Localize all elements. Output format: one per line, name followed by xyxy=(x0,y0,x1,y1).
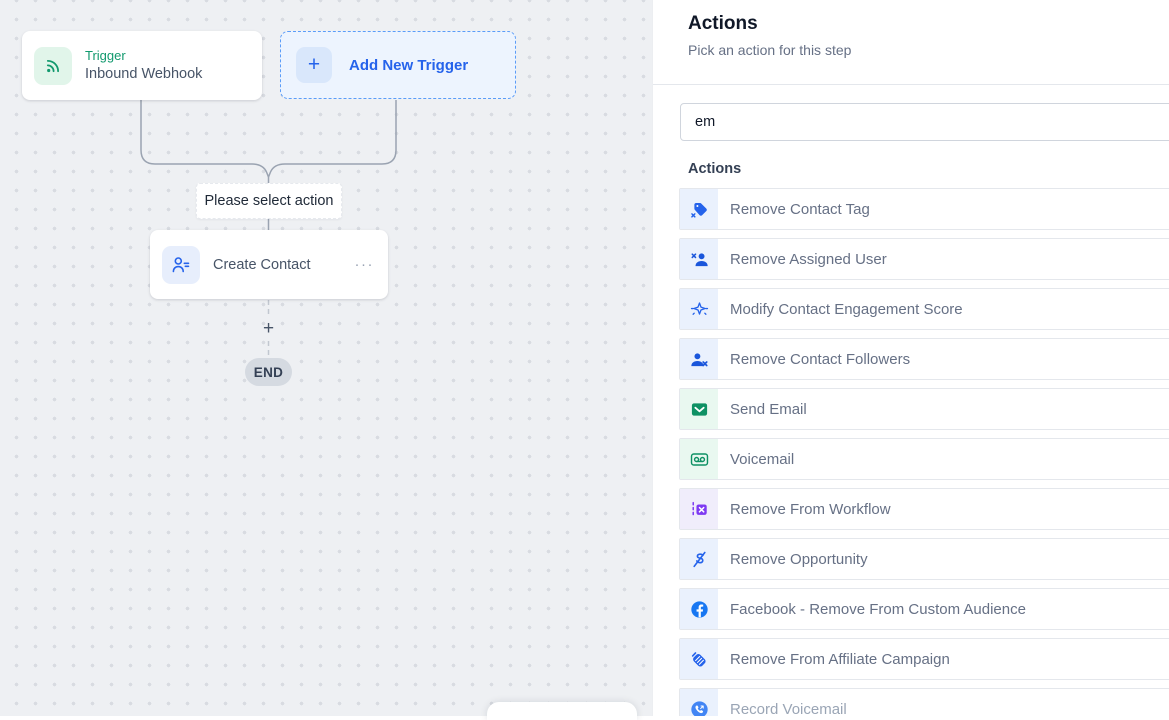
add-new-trigger-label: Add New Trigger xyxy=(349,57,468,74)
action-item-modify-engagement-score[interactable]: Modify Contact Engagement Score xyxy=(679,288,1169,330)
action-item-label: Voicemail xyxy=(730,451,794,468)
engagement-score-icon xyxy=(680,289,718,329)
action-prompt-node[interactable]: Please select action xyxy=(196,183,342,219)
trigger-node-subtitle: Inbound Webhook xyxy=(85,65,202,84)
plus-icon: + xyxy=(296,47,332,83)
action-item-voicemail[interactable]: Voicemail xyxy=(679,438,1169,480)
actions-section-label: Actions xyxy=(688,161,1169,177)
facebook-icon xyxy=(680,589,718,629)
action-item-label: Remove Assigned User xyxy=(730,251,887,268)
end-label: END xyxy=(254,365,283,380)
phone-record-icon xyxy=(680,689,718,716)
webhook-rss-icon xyxy=(34,47,72,85)
followers-remove-icon xyxy=(680,339,718,379)
action-item-label: Remove Opportunity xyxy=(730,551,868,568)
user-remove-icon xyxy=(680,239,718,279)
action-prompt-label: Please select action xyxy=(205,193,334,209)
connector-lines xyxy=(0,0,652,716)
opportunity-remove-icon xyxy=(680,539,718,579)
action-item-record-voicemail[interactable]: Record Voicemail xyxy=(679,688,1169,716)
add-step-button[interactable]: + xyxy=(258,319,279,339)
action-item-label: Modify Contact Engagement Score xyxy=(730,301,963,318)
action-item-label: Remove Contact Followers xyxy=(730,351,910,368)
action-item-label: Facebook - Remove From Custom Audience xyxy=(730,601,1026,618)
create-contact-node[interactable]: Create Contact ··· xyxy=(150,230,388,299)
action-item-remove-assigned-user[interactable]: Remove Assigned User xyxy=(679,238,1169,280)
workflow-remove-icon xyxy=(680,489,718,529)
action-search-input[interactable] xyxy=(680,103,1169,141)
action-item-remove-contact-followers[interactable]: Remove Contact Followers xyxy=(679,338,1169,380)
action-item-label: Remove From Affiliate Campaign xyxy=(730,651,950,668)
trigger-node[interactable]: Trigger Inbound Webhook xyxy=(22,31,262,100)
action-item-label: Remove From Workflow xyxy=(730,501,891,518)
action-list: Remove Contact Tag Remove Assigned User xyxy=(679,188,1169,716)
more-options-icon[interactable]: ··· xyxy=(355,256,375,273)
contact-person-icon xyxy=(162,246,200,284)
action-item-remove-affiliate-campaign[interactable]: Remove From Affiliate Campaign xyxy=(679,638,1169,680)
email-icon xyxy=(680,389,718,429)
canvas-toolbar[interactable] xyxy=(487,702,637,720)
handshake-icon xyxy=(680,639,718,679)
workflow-builder: Trigger Inbound Webhook + Add New Trigge… xyxy=(0,0,1169,716)
action-item-label: Record Voicemail xyxy=(730,701,847,717)
action-item-remove-opportunity[interactable]: Remove Opportunity xyxy=(679,538,1169,580)
panel-header: Actions Pick an action for this step xyxy=(653,0,1169,85)
voicemail-icon xyxy=(680,439,718,479)
panel-title: Actions xyxy=(688,13,1169,35)
tag-remove-icon xyxy=(680,189,718,229)
actions-panel: Actions Pick an action for this step Act… xyxy=(652,0,1169,716)
trigger-node-title: Trigger xyxy=(85,48,202,65)
action-item-label: Send Email xyxy=(730,401,807,418)
create-contact-label: Create Contact xyxy=(213,257,311,273)
action-item-facebook-remove-custom-audience[interactable]: Facebook - Remove From Custom Audience xyxy=(679,588,1169,630)
end-node: END xyxy=(245,358,292,386)
workflow-canvas[interactable]: Trigger Inbound Webhook + Add New Trigge… xyxy=(0,0,652,716)
action-item-remove-from-workflow[interactable]: Remove From Workflow xyxy=(679,488,1169,530)
panel-subtitle: Pick an action for this step xyxy=(688,42,1169,58)
action-item-send-email[interactable]: Send Email xyxy=(679,388,1169,430)
action-item-label: Remove Contact Tag xyxy=(730,201,870,218)
add-new-trigger-button[interactable]: + Add New Trigger xyxy=(280,31,516,99)
action-item-remove-contact-tag[interactable]: Remove Contact Tag xyxy=(679,188,1169,230)
